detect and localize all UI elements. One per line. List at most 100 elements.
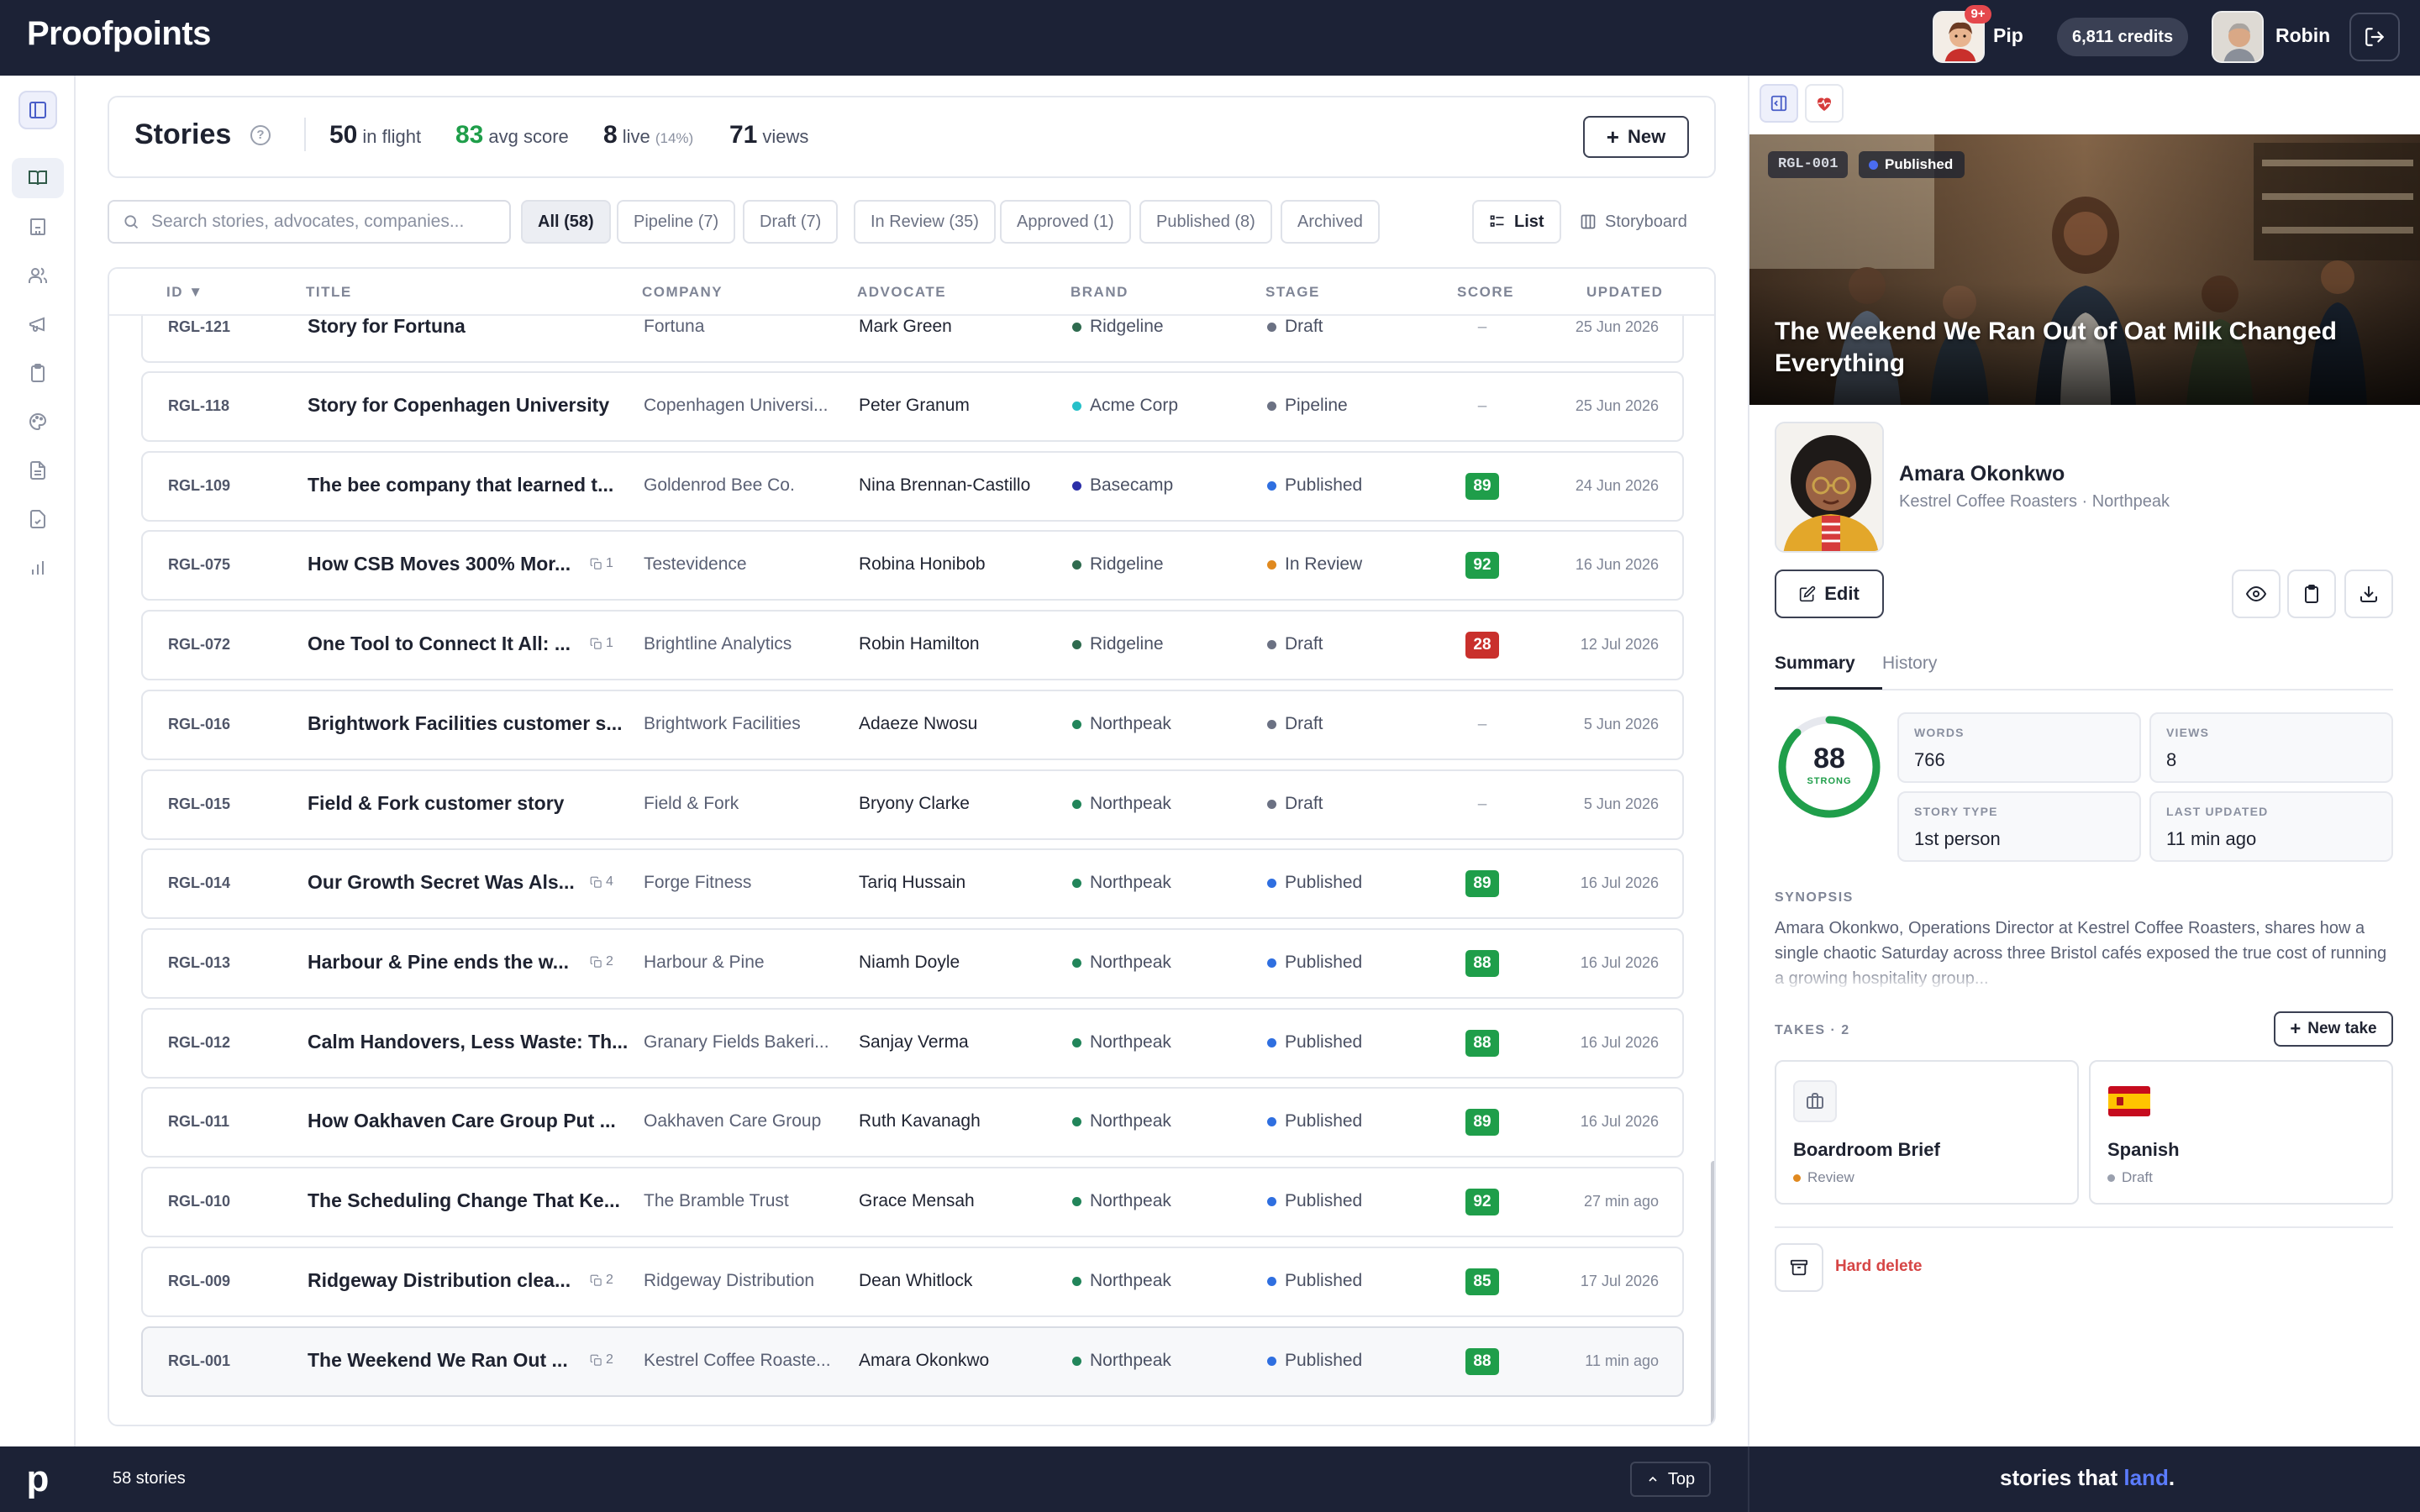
stat-avg-score: 83 avg score xyxy=(455,121,569,149)
rail-item-campaigns[interactable] xyxy=(12,304,64,344)
hard-delete-link[interactable]: Hard delete xyxy=(1835,1257,1922,1276)
new-take-button[interactable]: + New take xyxy=(2274,1011,2393,1047)
brand-cell: Acme Corp xyxy=(1072,396,1178,416)
table-scrollbar[interactable] xyxy=(1711,1161,1714,1425)
brand-dot xyxy=(1072,1356,1081,1366)
filter-chip[interactable]: Archived xyxy=(1281,200,1380,244)
table-row[interactable]: RGL-014 Our Growth Secret Was Als... 4 Forg… xyxy=(141,848,1684,919)
copy-icon xyxy=(590,876,602,888)
brand-cell: Ridgeline xyxy=(1072,634,1164,654)
filter-chip[interactable]: Pipeline (7) xyxy=(617,200,736,244)
logout-button[interactable] xyxy=(2349,13,2400,61)
brand-dot xyxy=(1072,1116,1081,1126)
filter-chip[interactable]: All (58) xyxy=(521,200,611,244)
footer-logo[interactable]: p xyxy=(0,1446,76,1512)
search-box[interactable] xyxy=(108,200,511,244)
tab-summary[interactable]: Summary xyxy=(1775,654,1855,674)
score-badge: 92 xyxy=(1465,1189,1499,1215)
column-score[interactable]: SCORE xyxy=(1457,284,1514,301)
footer-bar: p 58 stories Top stories that land. xyxy=(0,1446,2420,1512)
download-icon xyxy=(2360,586,2377,602)
rail-item-approvals[interactable] xyxy=(12,499,64,539)
brand-cell: Northpeak xyxy=(1072,1111,1171,1131)
search-input[interactable] xyxy=(151,212,487,232)
brand-dot xyxy=(1072,1037,1081,1047)
stage-dot xyxy=(1267,1037,1276,1047)
rail-item-brand[interactable] xyxy=(12,402,64,442)
brand-dot xyxy=(1072,322,1081,332)
brand-cell: Ridgeline xyxy=(1072,317,1164,337)
column-brand[interactable]: BRAND xyxy=(1071,284,1128,301)
take-card-boardroom-brief[interactable]: Boardroom Brief Review xyxy=(1775,1060,2079,1205)
table-row[interactable]: RGL-015 Field & Fork customer story Field … xyxy=(141,769,1684,840)
score-badge: 89 xyxy=(1465,473,1499,500)
rail-item-clipboard[interactable] xyxy=(12,353,64,393)
brand-cell: Northpeak xyxy=(1072,1032,1171,1053)
table-row[interactable]: RGL-016 Brightwork Facilities customer s.… xyxy=(141,690,1684,760)
rail-item-companies[interactable] xyxy=(12,207,64,247)
company-name: Brightwork Facilities xyxy=(644,714,801,733)
table-row[interactable]: RGL-075 How CSB Moves 300% Mor... 1 Testevi… xyxy=(141,530,1684,601)
table-row[interactable]: RGL-010 The Scheduling Change That Ke... T… xyxy=(141,1167,1684,1237)
table-row[interactable]: RGL-011 How Oakhaven Care Group Put ... Oa… xyxy=(141,1087,1684,1158)
new-story-button[interactable]: + New xyxy=(1583,116,1689,158)
assistant-name[interactable]: Pip xyxy=(1993,24,2023,47)
company-name: Testevidence xyxy=(644,554,747,574)
scroll-top-button[interactable]: Top xyxy=(1630,1462,1711,1497)
table-row[interactable]: RGL-072 One Tool to Connect It All: ... 1 B… xyxy=(141,610,1684,680)
storyboard-view-button[interactable]: Storyboard xyxy=(1565,200,1702,244)
table-row[interactable]: RGL-009 Ridgeway Distribution clea... 2 Rid… xyxy=(141,1247,1684,1317)
filter-chip[interactable]: Approved (1) xyxy=(1000,200,1131,244)
rail-item-stories[interactable] xyxy=(12,158,64,198)
column-stage[interactable]: STAGE xyxy=(1265,284,1320,301)
column-id[interactable]: ID ▼ xyxy=(166,284,204,301)
story-title: Story for Copenhagen University xyxy=(308,394,610,416)
story-title: The Weekend We Ran Out ... xyxy=(308,1349,568,1371)
company-name: Fortuna xyxy=(644,317,705,336)
user-avatar[interactable] xyxy=(2212,11,2264,63)
archive-button[interactable] xyxy=(1775,1243,1823,1292)
table-header: ID ▼ TITLE COMPANY ADVOCATE BRAND STAGE … xyxy=(109,269,1714,316)
table-row[interactable]: RGL-118 Story for Copenhagen University Co… xyxy=(141,371,1684,442)
filter-chip[interactable]: Draft (7) xyxy=(743,200,839,244)
edit-button[interactable]: Edit xyxy=(1775,570,1884,618)
advocate-name[interactable]: Amara Okonkwo xyxy=(1899,462,2065,486)
app-logo[interactable]: Proofpoints xyxy=(27,15,211,53)
user-name[interactable]: Robin xyxy=(2275,24,2330,47)
brand-cell: Northpeak xyxy=(1072,873,1171,893)
help-icon[interactable]: ? xyxy=(250,125,271,145)
advocate-name: Niamh Doyle xyxy=(859,953,960,972)
rail-item-documents[interactable] xyxy=(12,450,64,491)
company-name: Oakhaven Care Group xyxy=(644,1111,822,1131)
list-view-button[interactable]: List xyxy=(1472,200,1561,244)
updated-time: 24 Jun 2026 xyxy=(1575,477,1659,494)
credits-badge[interactable]: 6,811 credits xyxy=(2057,18,2189,56)
column-title[interactable]: TITLE xyxy=(306,284,352,301)
filter-chip[interactable]: Published (8) xyxy=(1139,200,1272,244)
rail-item-analytics[interactable] xyxy=(12,548,64,588)
advocate-name: Bryony Clarke xyxy=(859,794,970,813)
table-row[interactable]: RGL-012 Calm Handovers, Less Waste: Th...… xyxy=(141,1008,1684,1079)
health-button[interactable] xyxy=(1805,84,1844,123)
table-row[interactable]: RGL-001 The Weekend We Ran Out ... 2 Kestre… xyxy=(141,1326,1684,1397)
table-row[interactable]: RGL-013 Harbour & Pine ends the w... 2 Harb… xyxy=(141,928,1684,999)
sidebar-toggle-button[interactable] xyxy=(18,91,57,129)
copy-button[interactable] xyxy=(2287,570,2336,618)
rail-item-advocates[interactable] xyxy=(12,255,64,296)
download-button[interactable] xyxy=(2344,570,2393,618)
take-card-spanish[interactable]: Spanish Draft xyxy=(2089,1060,2393,1205)
column-company[interactable]: COMPANY xyxy=(642,284,723,301)
story-id: RGL-011 xyxy=(168,1113,230,1130)
brand-dot xyxy=(1072,401,1081,411)
advocate-name: Robin Hamilton xyxy=(859,634,980,654)
table-row[interactable]: RGL-109 The bee company that learned t...… xyxy=(141,451,1684,522)
tab-history[interactable]: History xyxy=(1882,654,1937,674)
collapse-panel-button[interactable] xyxy=(1760,84,1798,123)
preview-button[interactable] xyxy=(2232,570,2281,618)
column-advocate[interactable]: ADVOCATE xyxy=(857,284,946,301)
column-updated[interactable]: UPDATED xyxy=(1586,284,1663,301)
story-title: How Oakhaven Care Group Put ... xyxy=(308,1110,616,1131)
filter-chip[interactable]: In Review (35) xyxy=(854,200,996,244)
stage-cell: Published xyxy=(1267,953,1362,973)
score-label: STRONG xyxy=(1807,776,1852,786)
